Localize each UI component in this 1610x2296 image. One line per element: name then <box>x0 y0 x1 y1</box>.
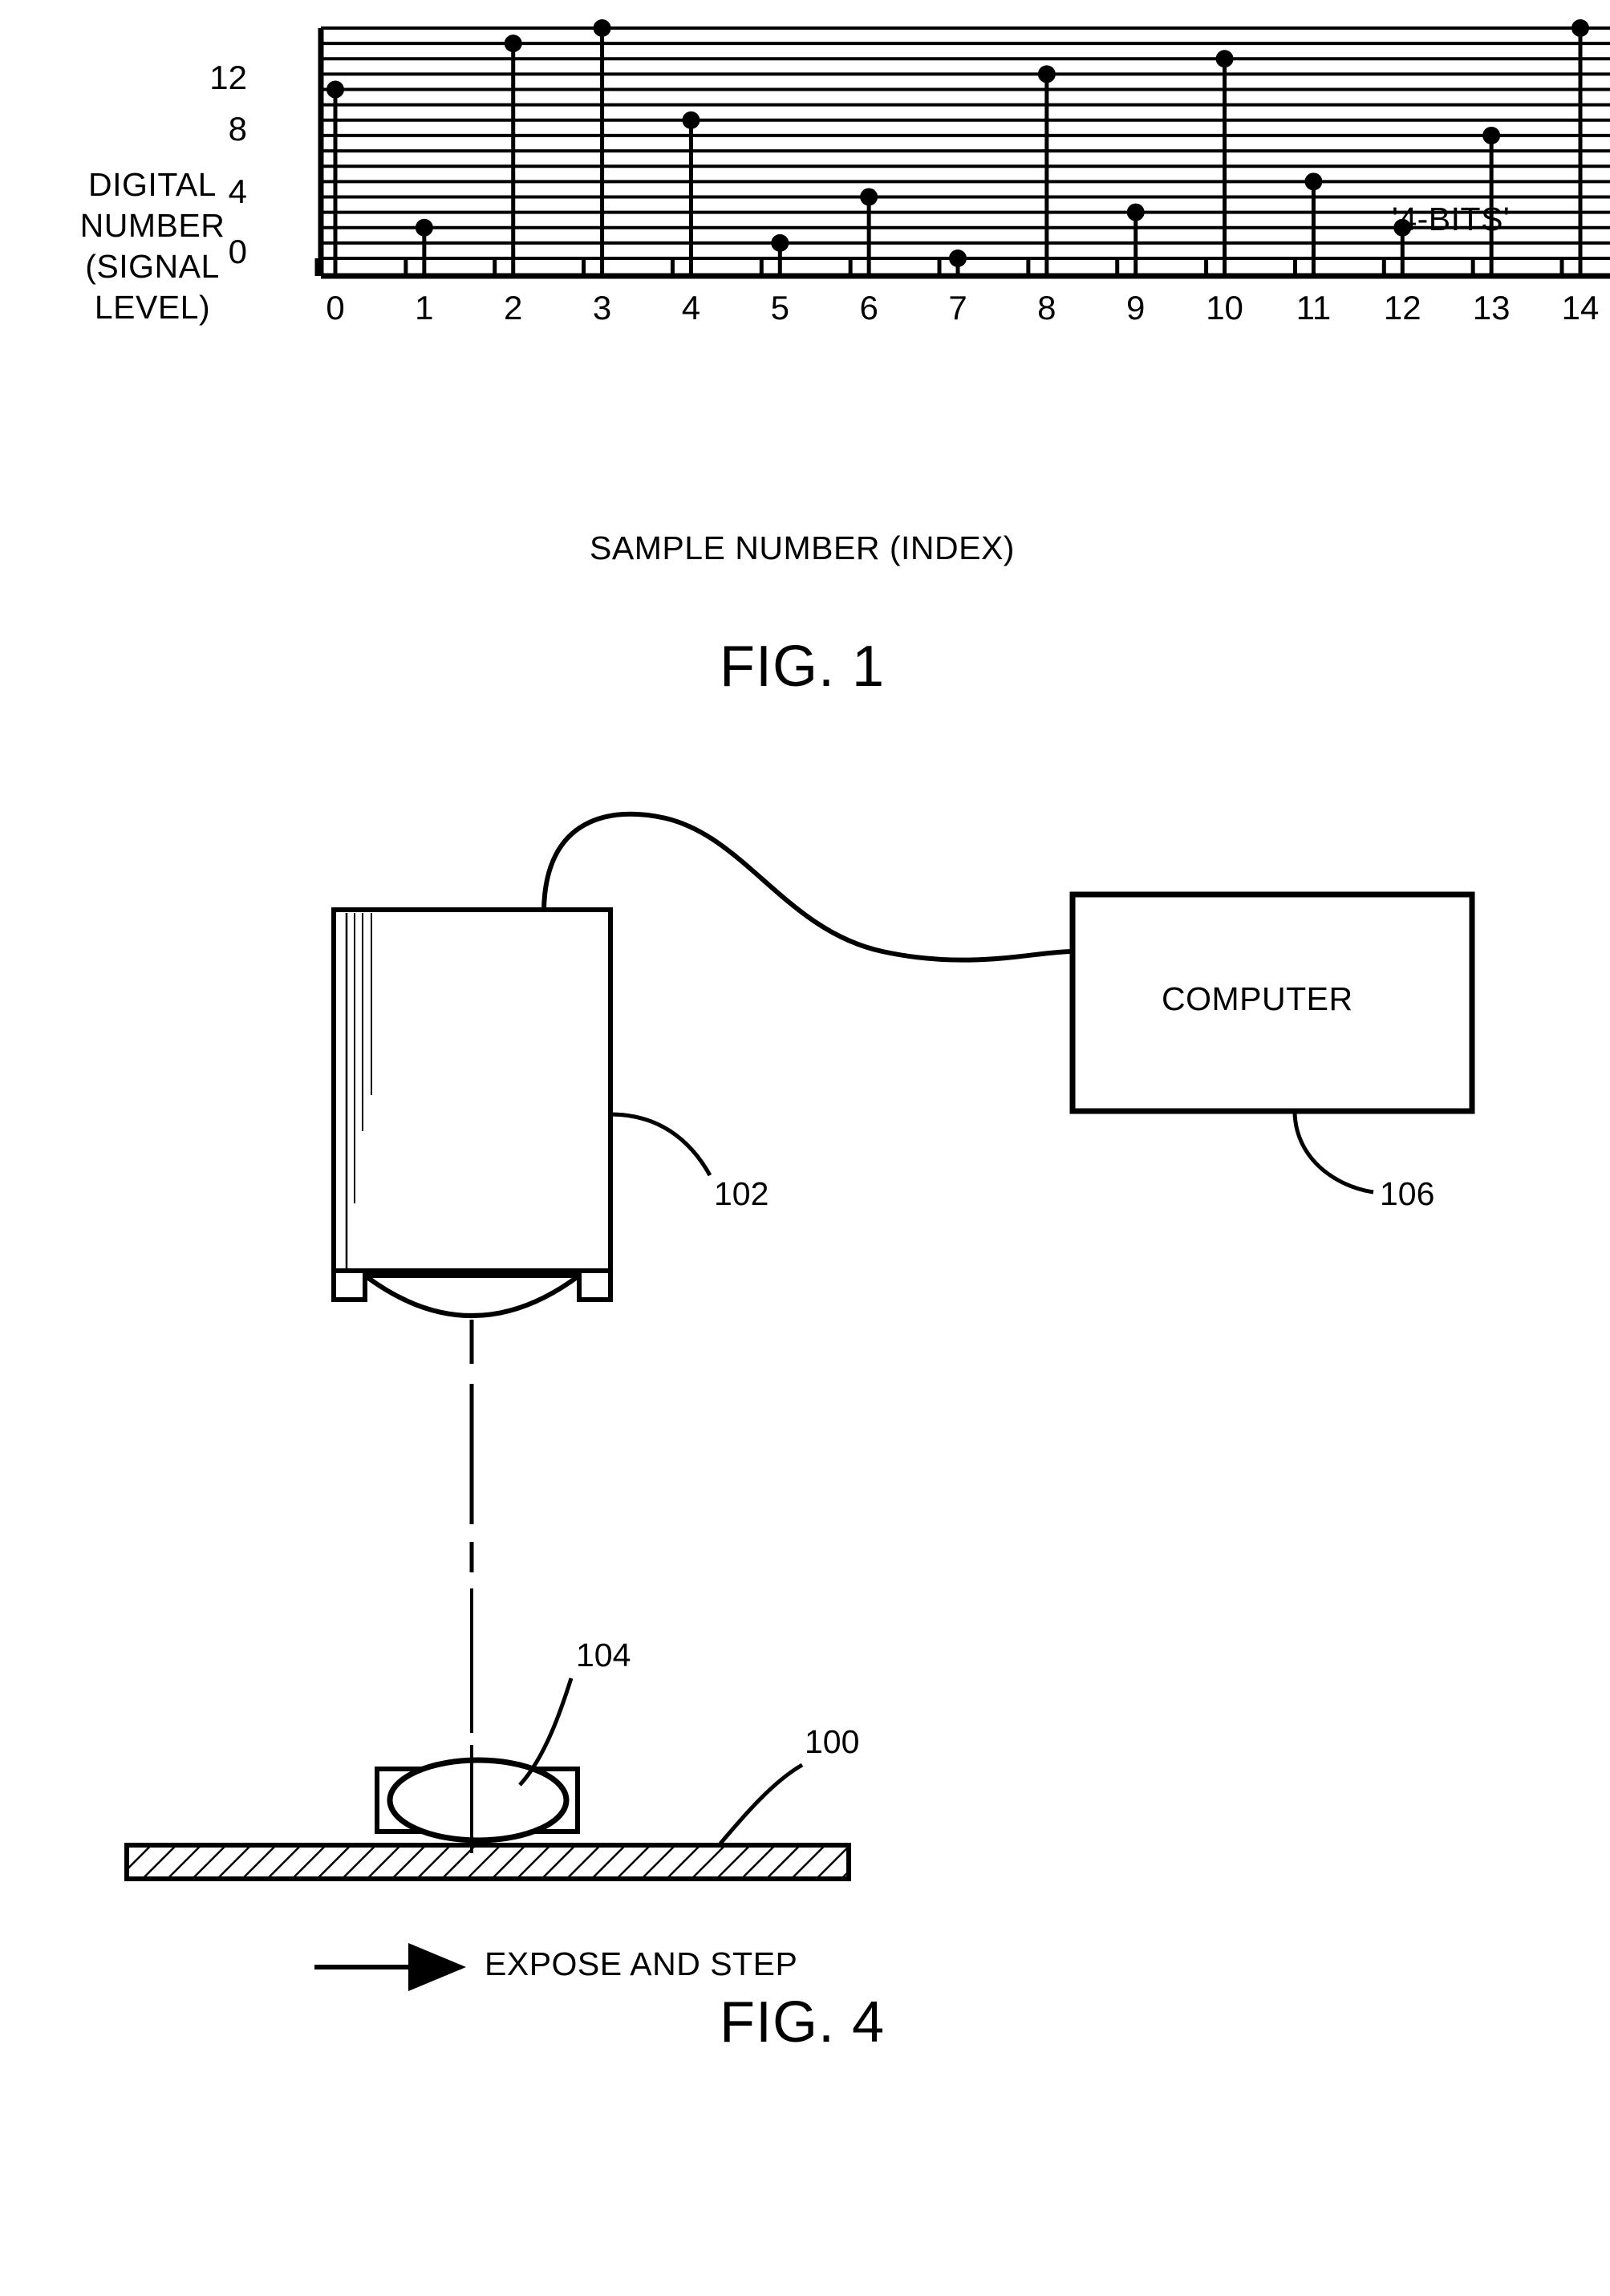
data-point-sample-11 <box>1304 172 1323 191</box>
y-tick-label-8: 8 <box>228 110 247 148</box>
y-tick-label-4: 4 <box>228 172 247 210</box>
exposure-system-diagram <box>124 811 1475 1991</box>
reference-numeral-102: 102 <box>714 1175 769 1212</box>
data-point-sample-14 <box>1571 19 1589 37</box>
figure-1: DIGITAL NUMBER (SIGNAL LEVEL) 12 8 4 0 0… <box>0 0 1610 722</box>
camera-objective-lens <box>363 1273 581 1318</box>
x-tick-label-5: 5 <box>770 289 789 327</box>
reference-numeral-106: 106 <box>1380 1175 1435 1212</box>
camera-to-computer-cable <box>541 811 1073 963</box>
signal-level-scatter-plot <box>314 19 1610 279</box>
data-point-sample-7 <box>949 249 967 267</box>
data-point-sample-4 <box>682 111 700 129</box>
x-tick-label-11: 11 <box>1296 289 1332 327</box>
data-point-sample-1 <box>415 218 433 237</box>
data-point-sample-10 <box>1215 50 1234 68</box>
expose-and-step-label: EXPOSE AND STEP <box>485 1945 798 1982</box>
data-point-sample-3 <box>593 19 611 37</box>
x-axis-title: SAMPLE NUMBER (INDEX) <box>590 529 1015 566</box>
patent-figure-sheet: DIGITAL NUMBER (SIGNAL LEVEL) 12 8 4 0 0… <box>0 0 1610 2296</box>
x-tick-label-9: 9 <box>1126 289 1146 327</box>
x-tick-label-10: 10 <box>1206 289 1243 327</box>
four-bits-annotation: '4-BITS' <box>1392 201 1511 237</box>
data-point-sample-13 <box>1482 126 1501 144</box>
reference-numeral-104: 104 <box>576 1637 631 1673</box>
x-tick-label-7: 7 <box>948 289 967 327</box>
reference-numeral-100: 100 <box>805 1723 860 1760</box>
camera-head-body <box>331 907 613 1273</box>
x-tick-label-12: 12 <box>1383 289 1421 327</box>
leader-line-100 <box>719 1763 804 1845</box>
x-tick-label-13: 13 <box>1472 289 1511 327</box>
data-point-sample-6 <box>860 188 878 206</box>
data-point-sample-9 <box>1126 203 1145 221</box>
data-point-sample-8 <box>1037 65 1056 83</box>
computer-box-label: COMPUTER <box>1162 980 1353 1017</box>
figure-1-caption: FIG. 1 <box>719 635 886 699</box>
figure-4: COMPUTER 102 106 104 100 EXPOSE AND STEP… <box>0 722 1610 2296</box>
x-tick-label-14: 14 <box>1561 289 1600 327</box>
x-tick-label-3: 3 <box>592 289 612 327</box>
projection-lens-element <box>387 1757 570 1844</box>
data-point-sample-5 <box>771 233 789 252</box>
x-tick-label-2: 2 <box>504 289 523 327</box>
x-tick-label-0: 0 <box>326 289 345 327</box>
x-tick-label-6: 6 <box>859 289 878 327</box>
substrate-hatched-bar <box>124 1843 851 1881</box>
figure-4-caption: FIG. 4 <box>719 1990 886 2055</box>
leader-line-106 <box>1292 1110 1374 1195</box>
x-tick-label-4: 4 <box>681 289 701 327</box>
y-tick-label-12: 12 <box>209 59 247 96</box>
data-point-sample-2 <box>504 34 522 53</box>
y-tick-label-0: 0 <box>228 233 247 270</box>
leader-line-102 <box>610 1112 712 1177</box>
x-tick-label-8: 8 <box>1037 289 1056 327</box>
data-point-sample-0 <box>326 80 344 99</box>
x-tick-label-1: 1 <box>415 289 434 327</box>
